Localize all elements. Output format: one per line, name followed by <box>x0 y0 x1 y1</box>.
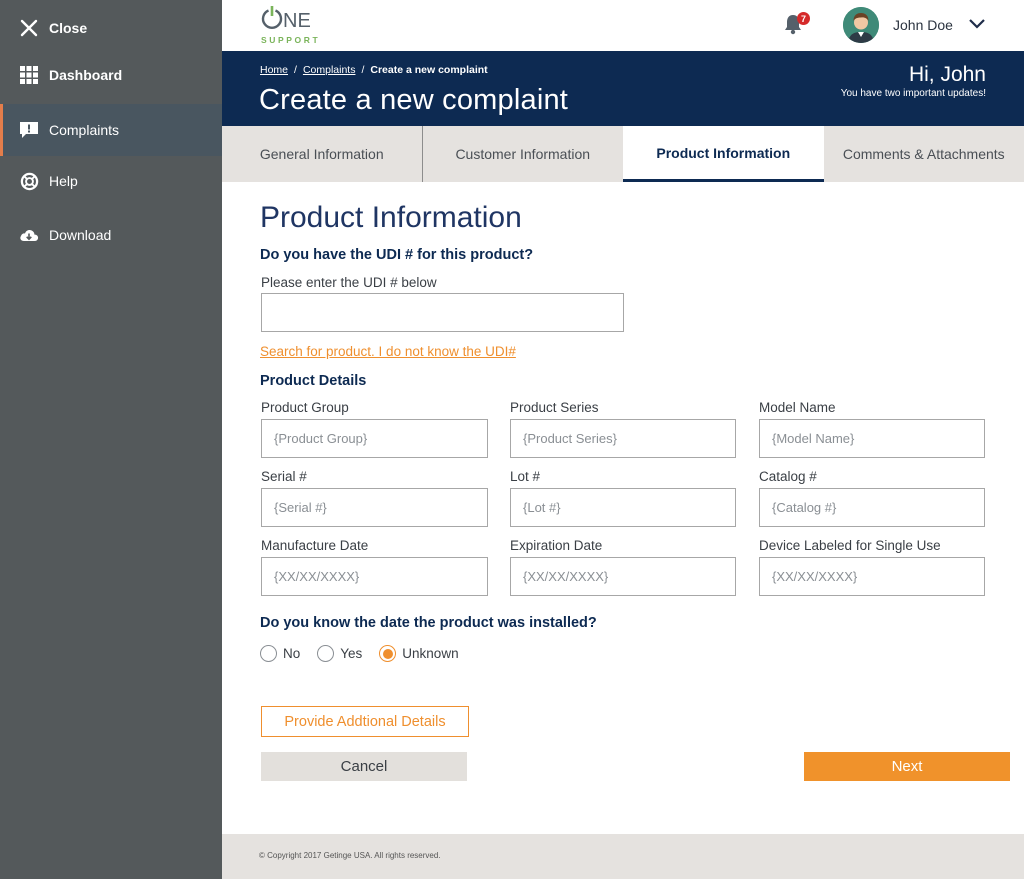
provide-additional-details-button[interactable]: Provide Addtional Details <box>261 706 469 737</box>
radio-option-no[interactable]: No <box>260 645 300 662</box>
chevron-down-icon[interactable] <box>968 17 986 35</box>
radio-unknown[interactable] <box>379 645 397 662</box>
model-name-label: Model Name <box>759 400 836 415</box>
expiration-date-field[interactable]: {XX/XX/XXXX} <box>510 557 736 596</box>
install-date-radio-group: No Yes Unknown <box>260 645 476 662</box>
serial-label: Serial # <box>261 469 307 484</box>
radio-no[interactable] <box>260 645 277 662</box>
model-name-field[interactable]: {Model Name} <box>759 419 985 458</box>
catalog-label: Catalog # <box>759 469 817 484</box>
manufacture-date-label: Manufacture Date <box>261 538 369 553</box>
sidebar: Close Dashboard Complaints Help Download <box>0 0 222 879</box>
radio-label: Yes <box>340 646 363 661</box>
udi-question: Do you have the UDI # for this product? <box>260 247 534 263</box>
svg-text:NE: NE <box>283 10 311 32</box>
sidebar-item-label: Download <box>49 227 112 243</box>
search-product-link[interactable]: Search for product. I do not know the UD… <box>260 344 516 359</box>
notification-badge: 7 <box>797 12 810 25</box>
comment-alert-icon <box>15 121 43 139</box>
breadcrumb: Home / Complaints / Create a new complai… <box>260 64 488 76</box>
next-button[interactable]: Next <box>804 752 1010 781</box>
breadcrumb-home[interactable]: Home <box>260 64 288 76</box>
tab-customer-information[interactable]: Customer Information <box>423 126 624 182</box>
cancel-button[interactable]: Cancel <box>261 752 467 781</box>
udi-label: Please enter the UDI # below <box>261 275 437 290</box>
tab-product-information[interactable]: Product Information <box>623 126 824 182</box>
lot-field[interactable]: {Lot #} <box>510 488 736 527</box>
title-banner: Home / Complaints / Create a new complai… <box>222 51 1024 126</box>
sidebar-item-complaints[interactable]: Complaints <box>0 104 222 156</box>
install-date-question: Do you know the date the product was ins… <box>260 615 597 631</box>
radio-option-unknown[interactable]: Unknown <box>379 645 459 662</box>
lifebuoy-icon <box>15 172 43 191</box>
tab-comments-attachments[interactable]: Comments & Attachments <box>824 126 1024 182</box>
radio-label: Unknown <box>402 646 459 661</box>
sidebar-item-label: Complaints <box>49 122 120 138</box>
breadcrumb-separator: / <box>361 64 365 76</box>
product-group-label: Product Group <box>261 400 349 415</box>
greeting: Hi, John <box>908 63 986 86</box>
product-information-form: Product Information Do you have the UDI … <box>222 182 1024 834</box>
close-icon <box>15 19 43 37</box>
one-support-logo[interactable]: NE SUPPORT <box>260 4 330 48</box>
radio-option-yes[interactable]: Yes <box>317 645 362 662</box>
single-use-field[interactable]: {XX/XX/XXXX} <box>759 557 985 596</box>
product-group-field[interactable]: {Product Group} <box>261 419 488 458</box>
sidebar-item-help[interactable]: Help <box>0 155 222 207</box>
footer: © Copyright 2017 Getinge USA. All rights… <box>222 834 1024 879</box>
updates-notice[interactable]: You have two important updates! <box>841 88 986 99</box>
sidebar-item-label: Dashboard <box>49 67 123 83</box>
radio-yes[interactable] <box>317 645 335 662</box>
catalog-field[interactable]: {Catalog #} <box>759 488 985 527</box>
cloud-download-icon <box>15 227 43 243</box>
expiration-date-label: Expiration Date <box>510 538 603 553</box>
breadcrumb-current: Create a new complaint <box>370 64 488 76</box>
sidebar-item-close[interactable]: Close <box>0 2 222 54</box>
lot-label: Lot # <box>510 469 541 484</box>
sidebar-item-download[interactable]: Download <box>0 209 222 261</box>
product-details-title: Product Details <box>260 373 367 389</box>
sidebar-item-label: Close <box>49 20 88 36</box>
sidebar-item-dashboard[interactable]: Dashboard <box>0 49 222 101</box>
logo-subtitle: SUPPORT <box>261 35 321 45</box>
manufacture-date-field[interactable]: {XX/XX/XXXX} <box>261 557 488 596</box>
product-series-label: Product Series <box>510 400 599 415</box>
product-series-field[interactable]: {Product Series} <box>510 419 736 458</box>
page-title: Create a new complaint <box>259 84 569 116</box>
avatar[interactable] <box>843 7 879 43</box>
sidebar-item-label: Help <box>49 173 78 189</box>
breadcrumb-separator: / <box>294 64 297 76</box>
radio-label: No <box>283 646 301 661</box>
logo-mark: NE <box>261 6 311 32</box>
section-title: Product Information <box>260 201 522 234</box>
tab-general-information[interactable]: General Information <box>222 126 423 182</box>
step-tabs: General Information Customer Information… <box>222 126 1024 182</box>
breadcrumb-complaints[interactable]: Complaints <box>303 64 356 76</box>
copyright-text: © Copyright 2017 Getinge USA. All rights… <box>259 851 441 860</box>
udi-input[interactable] <box>261 293 624 332</box>
serial-field[interactable]: {Serial #} <box>261 488 488 527</box>
top-header: NE SUPPORT 7 John Doe <box>222 0 1024 51</box>
user-name[interactable]: John Doe <box>893 17 953 33</box>
grid-icon <box>15 66 43 84</box>
single-use-label: Device Labeled for Single Use <box>759 538 941 553</box>
